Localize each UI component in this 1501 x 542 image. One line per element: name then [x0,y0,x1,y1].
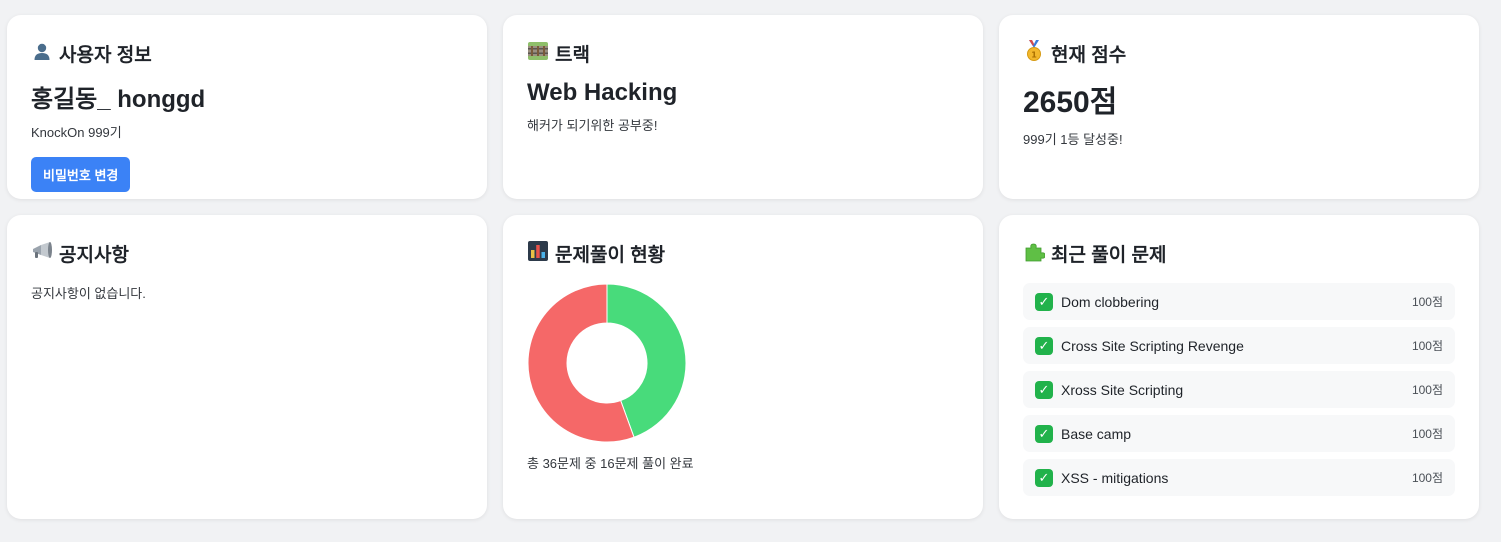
check-icon: ✓ [1035,468,1053,487]
track-card: 트랙 Web Hacking 해커가 되기위한 공부중! [503,15,983,199]
user-info-title-text: 사용자 정보 [59,44,152,66]
user-icon [31,41,53,66]
notice-empty-text: 공지사항이 없습니다. [31,286,146,301]
recent-solves-title: 최근 풀이 문제 [1023,240,1455,267]
check-icon: ✓ [1035,336,1053,355]
list-item[interactable]: ✓ Cross Site Scripting Revenge 100점 [1023,327,1455,364]
score-title: 1 현재 점수 [1023,39,1455,67]
problem-title: Dom clobbering [1061,293,1160,310]
track-name: Web Hacking [527,79,678,106]
problem-score: 100점 [1411,295,1443,309]
list-item[interactable]: ✓ Xross Site Scripting 100점 [1023,371,1455,408]
dashboard-grid: 사용자 정보 홍길동_ honggd KnockOn 999기 비밀번호 변경 … [0,0,1501,542]
current-score: 2650점 [1023,86,1118,119]
svg-text:1: 1 [1031,50,1037,59]
problem-title: Cross Site Scripting Revenge [1061,337,1244,354]
notice-title: 공지사항 [31,241,463,266]
check-icon: ✓ [1035,292,1053,311]
list-item[interactable]: ✓ Base camp 100점 [1023,415,1455,452]
recent-solves-list: ✓ Dom clobbering 100점 ✓ Cross Site Scrip… [1023,283,1455,496]
change-password-button[interactable]: 비밀번호 변경 [31,157,131,192]
puzzle-icon [1023,240,1046,267]
notice-title-text: 공지사항 [59,244,129,266]
list-item[interactable]: ✓ XSS - mitigations 100점 [1023,459,1455,496]
donut-svg [527,283,687,443]
check-icon: ✓ [1035,380,1053,399]
check-icon: ✓ [1035,424,1053,443]
problem-score: 100점 [1411,339,1443,353]
user-name: 홍길동_ honggd [31,86,206,113]
problem-title: Base camp [1061,425,1132,442]
problem-title: XSS - mitigations [1061,469,1169,486]
progress-title-text: 문제풀이 현황 [555,244,666,266]
progress-donut-chart [527,283,687,443]
score-card: 1 현재 점수 2650점 999기 1등 달성중! [999,15,1479,199]
track-description: 해커가 되기위한 공부중! [527,118,658,133]
user-generation: KnockOn 999기 [31,125,122,140]
bar-chart-icon [527,240,549,266]
problem-score: 100점 [1411,383,1443,397]
user-info-card: 사용자 정보 홍길동_ honggd KnockOn 999기 비밀번호 변경 [7,15,487,199]
user-info-title: 사용자 정보 [31,41,463,66]
progress-card: 문제풀이 현황 총 36문제 중 16문제 풀이 완료 [503,215,983,519]
list-item[interactable]: ✓ Dom clobbering 100점 [1023,283,1455,320]
recent-solves-title-text: 최근 풀이 문제 [1051,244,1167,266]
notice-card: 공지사항 공지사항이 없습니다. [7,215,487,519]
problem-score: 100점 [1411,427,1443,441]
recent-solves-card: 최근 풀이 문제 ✓ Dom clobbering 100점 ✓ Cross S… [999,215,1479,519]
problem-score: 100점 [1411,471,1443,485]
megaphone-icon [31,241,53,265]
track-title: 트랙 [527,41,959,66]
track-title-text: 트랙 [555,44,590,66]
railway-track-icon [527,41,549,65]
score-title-text: 현재 점수 [1051,44,1127,66]
progress-caption: 총 36문제 중 16문제 풀이 완료 [527,456,694,471]
progress-title: 문제풀이 현황 [527,240,959,266]
problem-title: Xross Site Scripting [1061,381,1184,398]
medal-icon: 1 [1023,39,1045,67]
rank-text: 999기 1등 달성중! [1023,132,1123,147]
